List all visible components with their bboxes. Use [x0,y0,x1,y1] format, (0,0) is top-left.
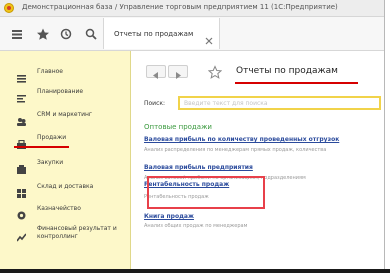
back-button[interactable] [146,65,166,79]
report-link-gross-profit-shipments[interactable]: Валовая прибыль по количеству проведенны… [144,136,339,143]
sidebar-item-label: Главное [37,68,63,75]
app-logo-icon [4,3,14,13]
sidebar-item-label: Планирование [37,88,84,95]
sidebar-item-label: Продажи [37,134,67,141]
highlight-box [147,176,265,209]
sidebar-item-planning[interactable]: Планирование [0,86,130,104]
close-icon[interactable] [205,30,213,45]
purchases-icon [17,159,26,174]
crm-icon [17,111,26,126]
search-label: Поиск: [144,100,166,107]
sidebar-item-finance[interactable]: Финансовый результат и контроллинг [0,223,130,247]
report-link-gross-profit[interactable]: Валовая прибыль предприятия [144,164,253,171]
report-description: Анализ распределения по менеджерам прямы… [144,147,327,153]
title-bar: Демонстрационная база / Управление торго… [0,0,384,17]
bottom-edge [0,269,390,273]
page-title: Отчеты по продажам [236,66,338,76]
window-title: Демонстрационная база / Управление торго… [22,3,338,11]
sidebar: Главное Планирование CRM и маркетинг Про… [0,51,131,269]
sidebar-item-warehouse[interactable]: Склад и доставка [0,181,130,199]
finance-icon [16,227,27,242]
report-description: Анализ общих продаж по менеджерам [144,223,248,229]
report-link-sales-book[interactable]: Книга продаж [144,213,194,220]
sales-icon [17,134,26,149]
group-heading: Оптовые продажи [144,123,212,131]
sidebar-item-treasury[interactable]: Казначейство [0,203,130,221]
main-content: Отчеты по продажам Поиск: Оптовые продаж… [131,51,384,269]
search-input[interactable] [178,96,381,110]
sidebar-item-label: CRM и маркетинг [37,111,93,118]
sidebar-item-label: Казначейство [37,205,81,212]
tab-label: Отчеты по продажам [114,30,194,38]
planning-icon [17,88,26,103]
home-icon [17,68,26,83]
sidebar-item-label: Финансовый результат и контроллинг [37,225,117,240]
sidebar-item-crm[interactable]: CRM и маркетинг [0,109,130,127]
title-underline [235,82,358,84]
sidebar-item-purchases[interactable]: Закупки [0,157,130,175]
history-icon[interactable] [59,26,73,40]
menu-icon[interactable] [10,26,24,40]
tab-sales-reports[interactable]: Отчеты по продажам [103,18,220,49]
sidebar-item-label: Склад и доставка [37,183,94,190]
app-window: Демонстрационная база / Управление торго… [0,0,385,270]
sales-active-underline [14,146,69,148]
search-icon[interactable] [84,26,98,40]
warehouse-icon [17,183,26,198]
forward-button[interactable] [168,65,188,79]
sidebar-item-main[interactable]: Главное [0,66,130,84]
star-icon[interactable] [36,26,50,40]
favorite-star-icon[interactable] [207,64,223,79]
treasury-icon [17,205,26,220]
sidebar-item-label: Закупки [37,159,64,166]
